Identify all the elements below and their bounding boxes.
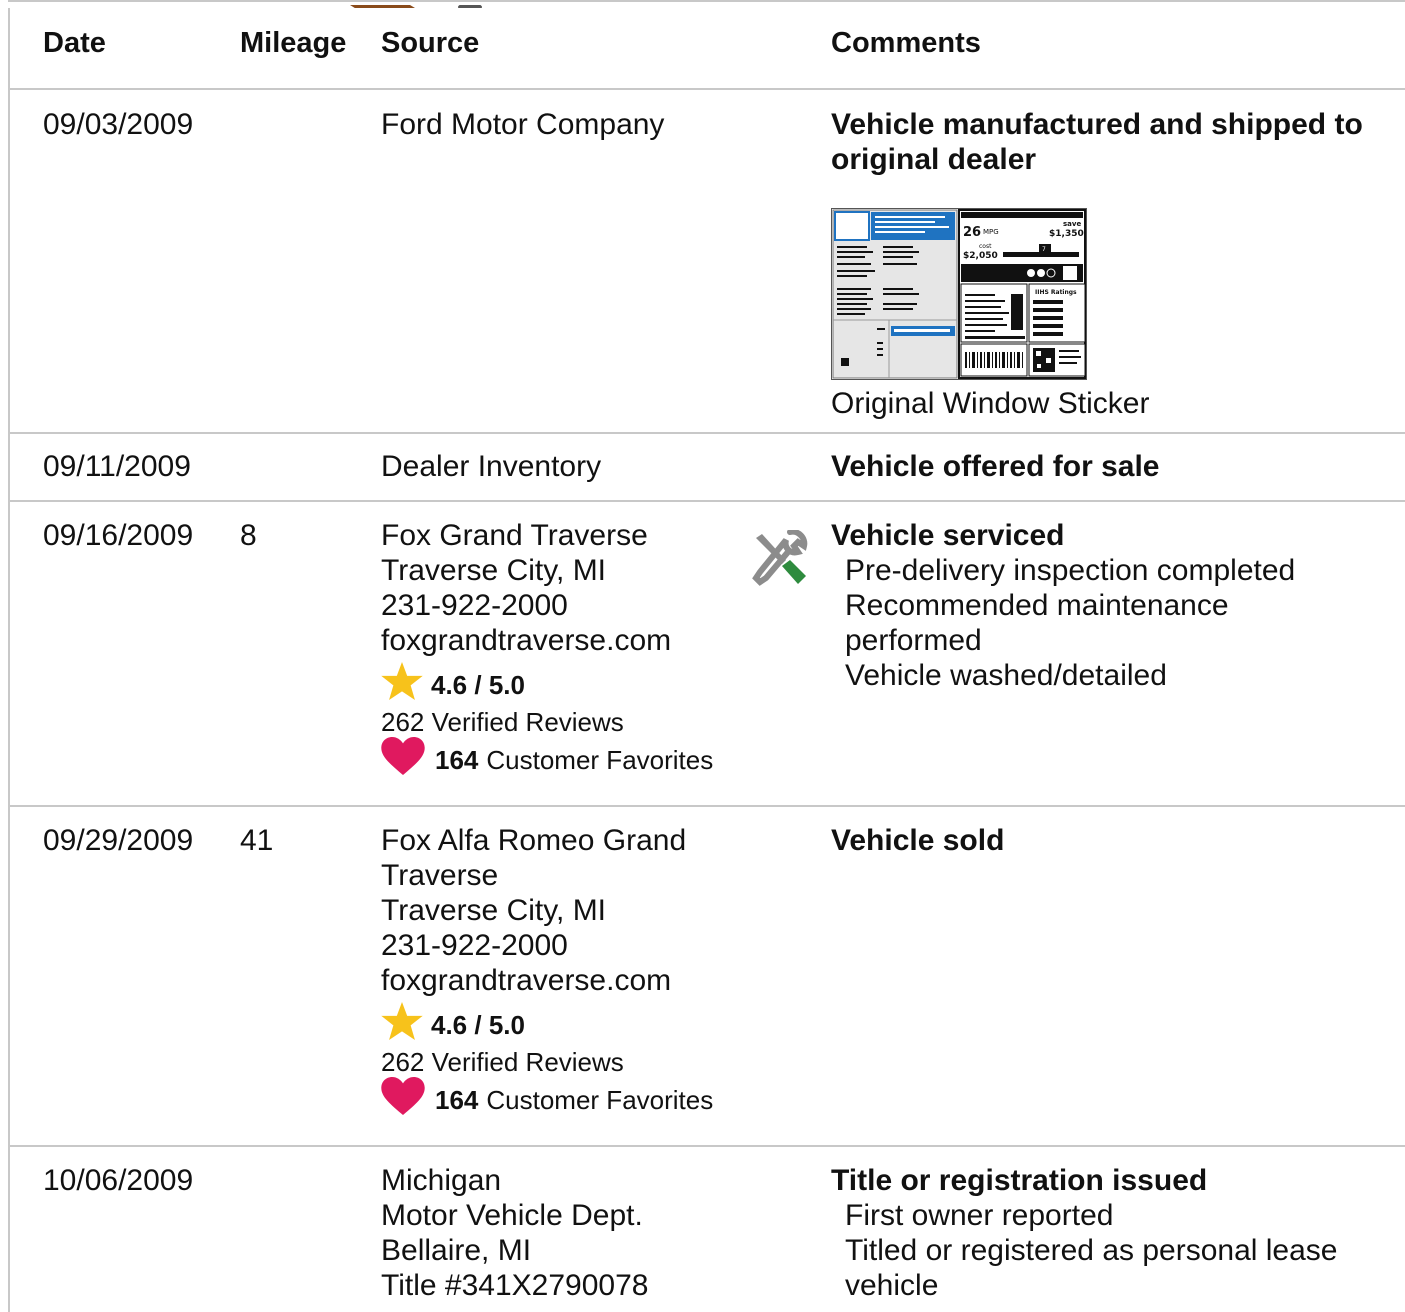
- table-row: 09/29/2009 41 Fox Alfa Romeo Grand Trave…: [10, 807, 1405, 1147]
- sticker-cost-value: $2,050: [963, 251, 998, 261]
- source-line: Bellaire, MI: [381, 1234, 532, 1267]
- table-row: 09/16/2009 8 Fox Grand Traverse Traverse…: [10, 502, 1405, 807]
- row-source: Fox Alfa Romeo Grand Traverse Traverse C…: [381, 823, 721, 1120]
- row-date: 09/11/2009: [43, 450, 191, 483]
- favorites-count: 164: [435, 1084, 479, 1115]
- row-date: 10/06/2009: [43, 1164, 194, 1197]
- source-line: Dealer Inventory: [381, 450, 602, 483]
- table-header: Date Mileage Source Comments: [10, 8, 1405, 90]
- rating-value: 4.6 / 5.0: [431, 669, 525, 700]
- column-header-source: Source: [381, 27, 480, 59]
- source-line: Motor Vehicle Dept.: [381, 1199, 643, 1232]
- table-row: 09/03/2009 Ford Motor Company Vehicle ma…: [10, 90, 1405, 434]
- source-line: Michigan: [381, 1164, 502, 1197]
- row-source: Dealer Inventory: [381, 449, 741, 484]
- sticker-save-label: save: [1063, 220, 1081, 228]
- comment-title: Title or registration issued: [831, 1164, 1208, 1197]
- dealer-phone[interactable]: 231-922-2000: [381, 928, 721, 963]
- comment-item: First owner reported: [845, 1199, 1114, 1232]
- dealer-location: Traverse City, MI: [381, 554, 607, 587]
- dealer-name: Fox Alfa Romeo Grand Traverse: [381, 824, 687, 892]
- dealer-website-link[interactable]: foxgrandtraverse.com: [381, 623, 741, 658]
- title-number: Title #341X2790078: [381, 1269, 649, 1302]
- dealer-phone[interactable]: 231-922-2000: [381, 588, 741, 623]
- row-date: 09/16/2009: [43, 519, 194, 552]
- customer-favorites: 164 Customer Favorites: [381, 736, 741, 780]
- comment-item: Pre-delivery inspection completed: [845, 554, 1296, 587]
- dealer-rating: 4.6 / 5.0: [381, 1001, 721, 1044]
- row-source: Ford Motor Company: [381, 107, 741, 142]
- star-icon: [381, 661, 423, 709]
- window-sticker-caption[interactable]: Original Window Sticker: [831, 386, 1149, 421]
- comment-item: Vehicle washed/detailed: [845, 659, 1167, 692]
- favorites-label: Customer Favorites: [486, 744, 714, 775]
- dealer-rating: 4.6 / 5.0: [381, 661, 741, 704]
- history-table: Date Mileage Source Comments 09/03/2009 …: [8, 8, 1405, 1312]
- verified-reviews-link[interactable]: 262 Verified Reviews: [381, 1044, 721, 1080]
- row-comment-title: Vehicle offered for sale: [831, 450, 1160, 483]
- comment-item: Titled or registered as personal lease v…: [845, 1234, 1338, 1302]
- window-sticker-thumbnail[interactable]: 26 MPG save $1,350 cost $2,050 7 IIHS Ra…: [831, 208, 1087, 380]
- table-row: 09/11/2009 Dealer Inventory Vehicle offe…: [10, 434, 1405, 502]
- row-date: 09/29/2009: [43, 824, 194, 857]
- customer-favorites: 164 Customer Favorites: [381, 1076, 721, 1120]
- column-header-mileage: Mileage: [240, 27, 347, 59]
- comment-title: Vehicle serviced: [831, 519, 1065, 552]
- service-tools-icon: [752, 528, 808, 586]
- heart-icon: [381, 736, 425, 784]
- row-date: 09/03/2009: [43, 108, 194, 141]
- dealer-name: Fox Grand Traverse: [381, 519, 648, 552]
- favorites-label: Customer Favorites: [486, 1084, 714, 1115]
- row-comment-title: Vehicle sold: [831, 824, 1005, 857]
- sticker-mpg: 26: [963, 225, 981, 240]
- row-comment-title: Vehicle manufactured and shipped to orig…: [831, 108, 1363, 176]
- sticker-scale-mark: 7: [1042, 246, 1046, 253]
- sticker-cost-label: cost: [979, 243, 992, 250]
- row-comment: Title or registration issued First owner…: [831, 1163, 1391, 1303]
- table-row: 10/06/2009 Michigan Motor Vehicle Dept. …: [10, 1147, 1405, 1312]
- dealer-website-link[interactable]: foxgrandtraverse.com: [381, 963, 721, 998]
- row-mileage: 41: [240, 824, 274, 857]
- row-mileage: 8: [240, 519, 257, 552]
- favorites-count: 164: [435, 744, 479, 775]
- row-source: Michigan Motor Vehicle Dept. Bellaire, M…: [381, 1163, 741, 1303]
- header-logo-fragment: [350, 0, 485, 8]
- source-line: Ford Motor Company: [381, 108, 665, 141]
- row-comment: Vehicle serviced Pre-delivery inspection…: [831, 518, 1391, 693]
- top-border: [8, 0, 1405, 8]
- dealer-location: Traverse City, MI: [381, 894, 607, 927]
- column-header-date: Date: [43, 27, 106, 59]
- heart-icon: [381, 1076, 425, 1124]
- sticker-ratings-title: IIHS Ratings: [1035, 289, 1077, 296]
- vehicle-history-page: Date Mileage Source Comments 09/03/2009 …: [0, 0, 1405, 1312]
- comment-item: Recommended maintenance performed: [845, 589, 1229, 657]
- verified-reviews-link[interactable]: 262 Verified Reviews: [381, 704, 741, 740]
- row-source: Fox Grand Traverse Traverse City, MI 231…: [381, 518, 741, 780]
- sticker-save-value: $1,350: [1049, 229, 1084, 239]
- star-icon: [381, 1001, 423, 1049]
- column-header-comments: Comments: [831, 27, 981, 59]
- rating-value: 4.6 / 5.0: [431, 1009, 525, 1040]
- sticker-mpg-unit: MPG: [983, 228, 999, 236]
